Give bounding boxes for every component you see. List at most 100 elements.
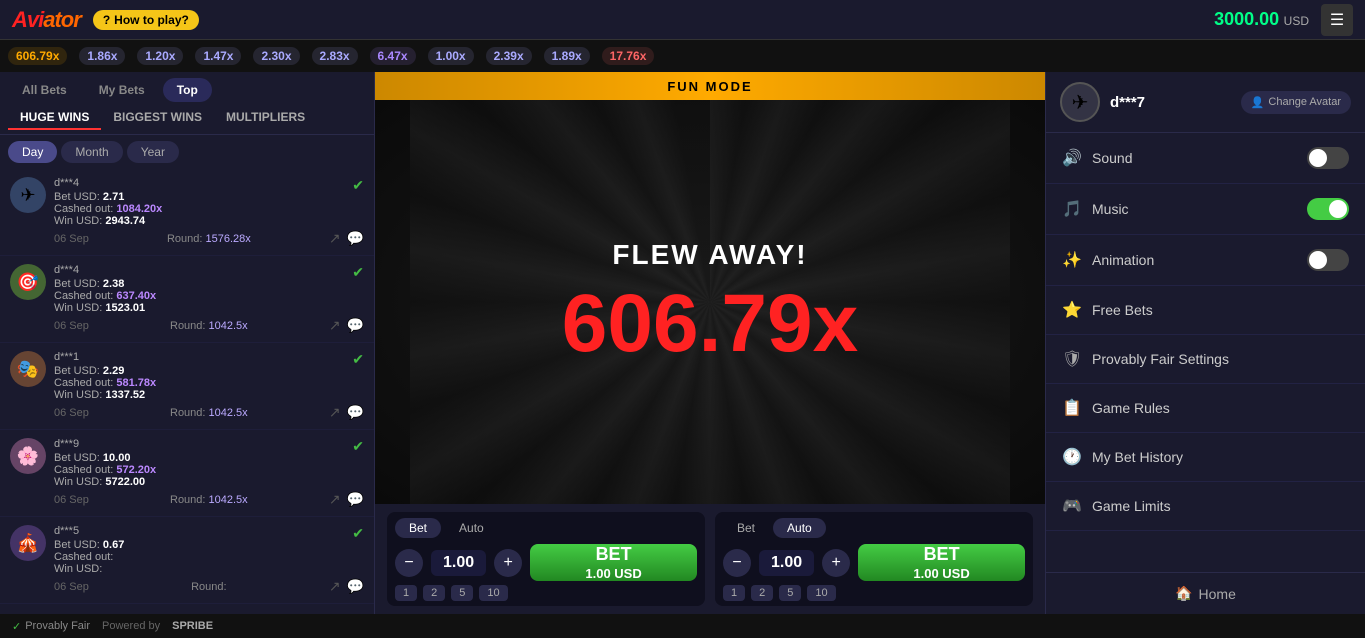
chat-icon[interactable]: 💬 [347, 578, 364, 595]
home-button[interactable]: 🏠 Home [1046, 572, 1365, 614]
share-icon[interactable]: ↗ [329, 317, 341, 334]
share-icons[interactable]: ↗ 💬 [329, 230, 364, 247]
home-icon: 🏠 [1175, 585, 1192, 602]
decrease-bet-2[interactable]: − [723, 549, 751, 577]
multiplier-pill[interactable]: 1.86x [79, 47, 125, 65]
sub-tab-huge-wins[interactable]: HUGE WINS [8, 106, 101, 130]
quick-amounts-2: 1 2 5 10 [723, 585, 1025, 601]
sub-tab-multipliers[interactable]: MULTIPLIERS [214, 106, 317, 130]
multiplier-pill[interactable]: 6.47x [370, 47, 416, 65]
provably-fair-label: Provably Fair Settings [1092, 351, 1349, 367]
multiplier-pill[interactable]: 1.47x [195, 47, 241, 65]
quick-2-2[interactable]: 2 [751, 585, 773, 601]
share-icons[interactable]: ↗ 💬 [329, 404, 364, 421]
quick-2-1[interactable]: 2 [423, 585, 445, 601]
increase-bet-1[interactable]: + [494, 549, 522, 577]
bet-tab-auto-1[interactable]: Auto [445, 518, 498, 538]
balance-amount: 3000.00 [1214, 9, 1279, 29]
multiplier-pill[interactable]: 1.20x [137, 47, 183, 65]
menu-item-game-limits[interactable]: 🎮 Game Limits [1046, 482, 1365, 531]
increase-bet-2[interactable]: + [822, 549, 850, 577]
settings-menu: 🔊 Sound 🎵 Music ✨ Animation ⭐ Free Bets [1046, 133, 1365, 572]
limits-icon: 🎮 [1062, 496, 1082, 516]
home-label: Home [1199, 586, 1236, 602]
multiplier-pill[interactable]: 606.79x [8, 47, 67, 65]
cashout-line: Cashed out: [54, 551, 344, 563]
avatar: ✈ [10, 177, 46, 213]
share-icon[interactable]: ↗ [329, 491, 341, 508]
menu-item-free-bets[interactable]: ⭐ Free Bets [1046, 286, 1365, 335]
share-icons[interactable]: ↗ 💬 [329, 491, 364, 508]
chat-icon[interactable]: 💬 [347, 317, 364, 334]
bet-button-2[interactable]: BET 1.00 USD [858, 544, 1025, 581]
right-panel: ✈ d***7 👤 Change Avatar 🔊 Sound 🎵 Music [1045, 72, 1365, 614]
sound-label: Sound [1092, 150, 1297, 166]
multiplier-pill[interactable]: 2.83x [312, 47, 358, 65]
share-icon[interactable]: ↗ [329, 230, 341, 247]
verified-icon: ✔ [352, 525, 364, 542]
top-bar: Aviator ? How to play? 3000.00 USD ☰ [0, 0, 1365, 40]
sub-tab-biggest-wins[interactable]: BIGGEST WINS [101, 106, 214, 130]
multiplier-pill[interactable]: 1.00x [428, 47, 474, 65]
bet-amount-line: Bet USD: 10.00 [54, 452, 344, 464]
share-icons[interactable]: ↗ 💬 [329, 317, 364, 334]
quick-1-2[interactable]: 1 [723, 585, 745, 601]
decrease-bet-1[interactable]: − [395, 549, 423, 577]
quick-5-1[interactable]: 5 [451, 585, 473, 601]
share-icons[interactable]: ↗ 💬 [329, 578, 364, 595]
menu-item-bet-history[interactable]: 🕐 My Bet History [1046, 433, 1365, 482]
bet-tab-bet-2[interactable]: Bet [723, 518, 769, 538]
bet-tab-auto-2[interactable]: Auto [773, 518, 826, 538]
how-to-play-label: How to play? [114, 13, 189, 27]
user-avatar: ✈ [1060, 82, 1100, 122]
share-icon[interactable]: ↗ [329, 404, 341, 421]
share-icon[interactable]: ↗ [329, 578, 341, 595]
provably-fair-text: Provably Fair [25, 620, 90, 632]
chat-icon[interactable]: 💬 [347, 230, 364, 247]
bet-tab-bet-1[interactable]: Bet [395, 518, 441, 538]
quick-10-2[interactable]: 10 [807, 585, 835, 601]
bet-button-1[interactable]: BET 1.00 USD [530, 544, 697, 581]
menu-item-music[interactable]: 🎵 Music [1046, 184, 1365, 235]
sound-toggle[interactable] [1307, 147, 1349, 169]
bets-list: ✈ d***4 Bet USD: 2.71 Cashed out: 1084.2… [0, 169, 374, 614]
quick-1-1[interactable]: 1 [395, 585, 417, 601]
music-icon: 🎵 [1062, 199, 1082, 219]
tab-my-bets[interactable]: My Bets [85, 78, 159, 102]
multiplier-pill[interactable]: 2.39x [486, 47, 532, 65]
avatar: 🎭 [10, 351, 46, 387]
how-to-play-button[interactable]: ? How to play? [93, 10, 199, 30]
flew-away-text: FLEW AWAY! [612, 239, 807, 271]
verified-icon: ✔ [352, 264, 364, 281]
person-icon: 👤 [1251, 96, 1265, 109]
footer: ✓ Provably Fair Powered by SPRIBE [0, 614, 1365, 638]
chat-icon[interactable]: 💬 [347, 404, 364, 421]
menu-item-sound[interactable]: 🔊 Sound [1046, 133, 1365, 184]
chat-icon[interactable]: 💬 [347, 491, 364, 508]
top-bar-right: 3000.00 USD ☰ [1214, 4, 1353, 36]
period-month[interactable]: Month [61, 141, 122, 163]
logo: Aviator [12, 7, 81, 33]
hamburger-button[interactable]: ☰ [1321, 4, 1353, 36]
main-tabs: All Bets My Bets Top [0, 72, 374, 106]
period-day[interactable]: Day [8, 141, 57, 163]
tab-all-bets[interactable]: All Bets [8, 78, 81, 102]
menu-item-game-rules[interactable]: 📋 Game Rules [1046, 384, 1365, 433]
bet-user: d***4 [54, 264, 344, 276]
multiplier-pill[interactable]: 2.30x [253, 47, 299, 65]
round-info: Round: [191, 581, 226, 593]
animation-toggle[interactable] [1307, 249, 1349, 271]
quick-5-2[interactable]: 5 [779, 585, 801, 601]
period-year[interactable]: Year [127, 141, 179, 163]
multiplier-pill[interactable]: 17.76x [602, 47, 655, 65]
bet-user: d***5 [54, 525, 344, 537]
menu-item-provably-fair[interactable]: 🛡 Provably Fair Settings [1046, 335, 1365, 384]
quick-10-1[interactable]: 10 [479, 585, 507, 601]
tab-top[interactable]: Top [163, 78, 212, 102]
menu-item-animation[interactable]: ✨ Animation [1046, 235, 1365, 286]
cashout-line: Cashed out: 1084.20x [54, 203, 344, 215]
bet-info: d***4 Bet USD: 2.38 Cashed out: 637.40x … [54, 264, 344, 314]
change-avatar-button[interactable]: 👤 Change Avatar [1241, 91, 1351, 114]
music-toggle[interactable] [1307, 198, 1349, 220]
multiplier-pill[interactable]: 1.89x [544, 47, 590, 65]
